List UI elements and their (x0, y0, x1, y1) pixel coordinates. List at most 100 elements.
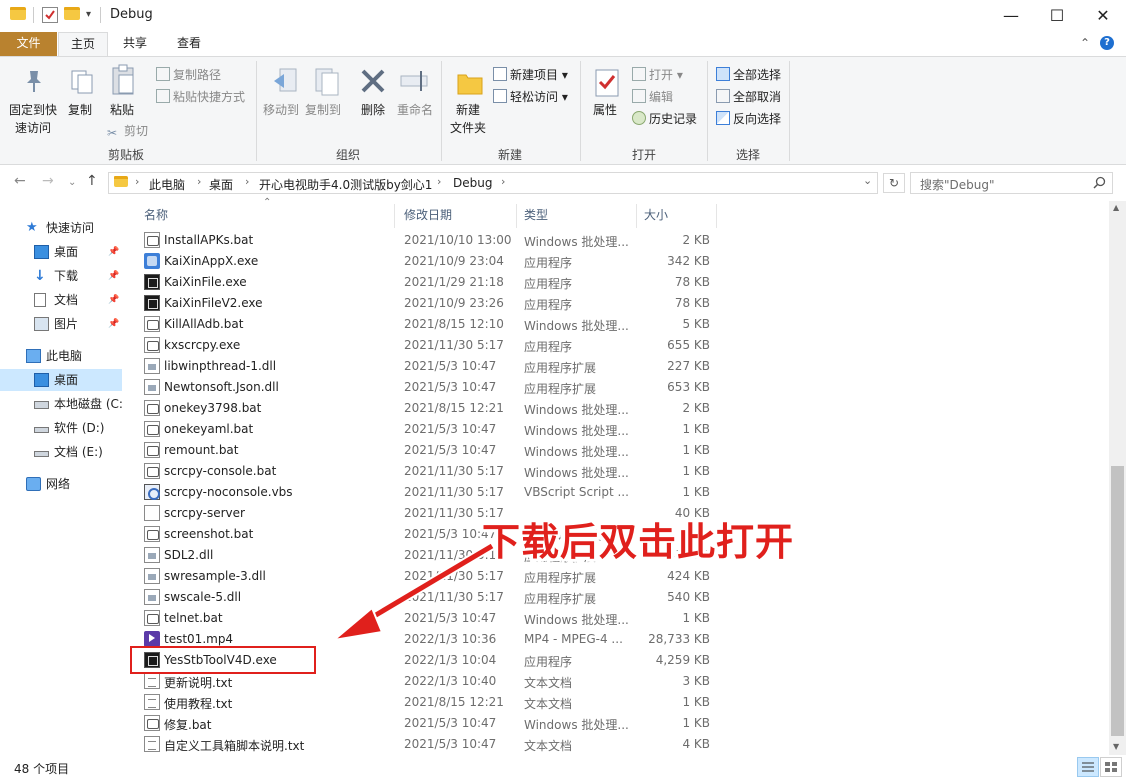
breadcrumb-desktop[interactable]: 桌面 (209, 176, 233, 193)
table-row[interactable]: 更新说明.txt 2022/1/3 10:40 文本文档 3 KB (138, 671, 718, 692)
table-row[interactable]: 使用教程.txt 2021/8/15 12:21 文本文档 1 KB (138, 692, 718, 713)
edit-button[interactable]: 编辑 (632, 88, 673, 105)
history-button[interactable]: 历史记录 (632, 110, 697, 127)
table-row[interactable]: Newtonsoft.Json.dll 2021/5/3 10:47 应用程序扩展 6… (138, 377, 718, 398)
table-row[interactable]: KaiXinFileV2.exe 2021/10/9 23:26 应用程序 78 KB (138, 293, 718, 314)
blue-file-icon (144, 253, 160, 269)
breadcrumb-separator[interactable]: › (245, 175, 249, 188)
column-header-name[interactable]: 名称 (144, 206, 168, 223)
file-date: 2021/5/3 10:47 (404, 716, 497, 730)
file-size: 5 KB (682, 317, 710, 331)
file-type: Windows 批处理... (524, 445, 629, 459)
select-all-button[interactable]: 全部选择 (716, 66, 781, 83)
close-button[interactable]: ✕ (1080, 0, 1126, 31)
breadcrumb-parent-folder[interactable]: 开心电视助手4.0测试版by剑心1 (259, 176, 432, 193)
maximize-button[interactable]: ☐ (1034, 0, 1080, 31)
column-divider[interactable] (516, 204, 517, 228)
table-row[interactable]: scrcpy-noconsole.vbs 2021/11/30 5:17 VBScr… (138, 482, 718, 503)
scroll-down-icon[interactable]: ▼ (1113, 742, 1119, 751)
scrollbar-thumb[interactable] (1111, 466, 1124, 736)
copy-to-button[interactable]: 复制到 (305, 101, 341, 118)
details-view-button[interactable] (1077, 757, 1099, 777)
nav-documents[interactable]: 文档 📌 (0, 289, 122, 311)
refresh-button[interactable]: ↻ (883, 173, 905, 193)
column-header-date[interactable]: 修改日期 (404, 206, 452, 223)
address-bar[interactable]: › 此电脑 › 桌面 › 开心电视助手4.0测试版by剑心1 › Debug ›… (108, 172, 878, 194)
forward-button[interactable]: → (42, 173, 54, 189)
file-type: Windows 批处理... (524, 319, 629, 333)
invert-selection-button[interactable]: 反向选择 (716, 110, 781, 127)
search-placeholder: 搜索"Debug" (920, 178, 995, 192)
paste-button[interactable]: 粘贴 (110, 101, 134, 118)
column-header-size[interactable]: 大小 (644, 206, 668, 223)
table-row[interactable]: onekeyaml.bat 2021/5/3 10:47 Windows 批处理..… (138, 419, 718, 440)
copy-icon (66, 65, 98, 97)
select-none-button[interactable]: 全部取消 (716, 88, 781, 105)
nav-desktop-pc[interactable]: 桌面 (0, 369, 122, 391)
rename-button[interactable]: 重命名 (397, 101, 433, 118)
nav-drive-c[interactable]: 本地磁盘 (C: (0, 393, 122, 415)
breadcrumb-separator[interactable]: › (437, 175, 441, 188)
table-row[interactable]: 自定义工具箱脚本说明.txt 2021/5/3 10:47 文本文档 4 KB (138, 734, 718, 755)
nav-this-pc[interactable]: 此电脑 (0, 345, 122, 367)
table-row[interactable]: remount.bat 2021/5/3 10:47 Windows 批处理... 1… (138, 440, 718, 461)
copy-button[interactable]: 复制 (68, 101, 92, 118)
breadcrumb-separator[interactable]: › (197, 175, 201, 188)
recent-locations-icon[interactable]: ⌄ (68, 177, 76, 188)
file-size: 3 KB (682, 674, 710, 688)
nav-drive-d[interactable]: 软件 (D:) (0, 417, 122, 439)
pin-quick-access-button[interactable]: 固定到快 (9, 101, 57, 118)
new-item-button[interactable]: 新建项目 ▾ (493, 66, 568, 83)
search-input[interactable]: 搜索"Debug" (910, 172, 1113, 194)
help-icon[interactable]: ? (1100, 36, 1114, 50)
table-row[interactable]: onekey3798.bat 2021/8/15 12:21 Windows 批处理… (138, 398, 718, 419)
table-row[interactable]: 修复.bat 2021/5/3 10:47 Windows 批处理... 1 KB (138, 713, 718, 734)
nav-quick-access[interactable]: ★ 快速访问 (0, 217, 122, 239)
nav-network[interactable]: 网络 (0, 473, 122, 495)
nav-pictures[interactable]: 图片 📌 (0, 313, 122, 335)
nav-drive-e[interactable]: 文档 (E:) (0, 441, 122, 463)
file-type: 文本文档 (524, 739, 573, 753)
tab-share[interactable]: 共享 (110, 32, 160, 56)
breadcrumb-separator[interactable]: › (501, 175, 505, 188)
cut-button[interactable]: ✂ 剪切 (107, 122, 148, 140)
table-row[interactable]: InstallAPKs.bat 2021/10/10 13:00 Windows 批… (138, 230, 718, 251)
table-row[interactable]: KaiXinFile.exe 2021/1/29 21:18 应用程序 78 KB (138, 272, 718, 293)
table-row[interactable]: libwinpthread-1.dll 2021/5/3 10:47 应用程序扩展 2… (138, 356, 718, 377)
tab-file[interactable]: 文件 (0, 32, 57, 56)
table-row[interactable]: KaiXinAppX.exe 2021/10/9 23:04 应用程序 342 KB (138, 251, 718, 272)
collapse-ribbon-icon[interactable]: ⌃ (1080, 36, 1090, 50)
open-button[interactable]: 打开 ▾ (632, 66, 683, 83)
new-folder-button[interactable]: 新建 (456, 101, 480, 118)
minimize-button[interactable]: — (988, 0, 1034, 31)
back-button[interactable]: ← (14, 173, 26, 189)
easy-access-button[interactable]: 轻松访问 ▾ (493, 88, 568, 105)
tab-view[interactable]: 查看 (163, 32, 215, 56)
tab-home[interactable]: 主页 (58, 32, 108, 56)
delete-button[interactable]: 删除 (361, 101, 385, 118)
column-divider[interactable] (716, 204, 717, 228)
nav-downloads[interactable]: ↓ 下载 📌 (0, 265, 122, 287)
copy-path-button[interactable]: 复制路径 (156, 66, 221, 83)
properties-quick-icon[interactable] (42, 7, 58, 23)
table-row[interactable]: scrcpy-console.bat 2021/11/30 5:17 Windows… (138, 461, 718, 482)
new-folder-quick-icon[interactable] (64, 7, 80, 23)
large-icons-view-button[interactable] (1100, 757, 1122, 777)
scroll-up-icon[interactable]: ▲ (1113, 203, 1119, 212)
move-to-button[interactable]: 移动到 (263, 101, 299, 118)
column-header-type[interactable]: 类型 (524, 206, 548, 223)
address-dropdown-icon[interactable]: ⌄ (863, 174, 872, 187)
properties-button[interactable]: 属性 (593, 101, 617, 118)
column-divider[interactable] (394, 204, 395, 228)
paste-shortcut-button[interactable]: 粘贴快捷方式 (156, 88, 245, 105)
column-divider[interactable] (636, 204, 637, 228)
nav-label: 快速访问 (46, 221, 95, 235)
breadcrumb-this-pc[interactable]: 此电脑 (149, 176, 185, 193)
breadcrumb-debug[interactable]: Debug (453, 176, 492, 190)
file-date: 2021/10/10 13:00 (404, 233, 512, 247)
table-row[interactable]: kxscrcpy.exe 2021/11/30 5:17 应用程序 655 KB (138, 335, 718, 356)
table-row[interactable]: KillAllAdb.bat 2021/8/15 12:10 Windows 批处理… (138, 314, 718, 335)
breadcrumb-separator[interactable]: › (135, 175, 139, 188)
nav-desktop[interactable]: 桌面 📌 (0, 241, 122, 263)
up-button[interactable]: ↑ (86, 173, 98, 189)
